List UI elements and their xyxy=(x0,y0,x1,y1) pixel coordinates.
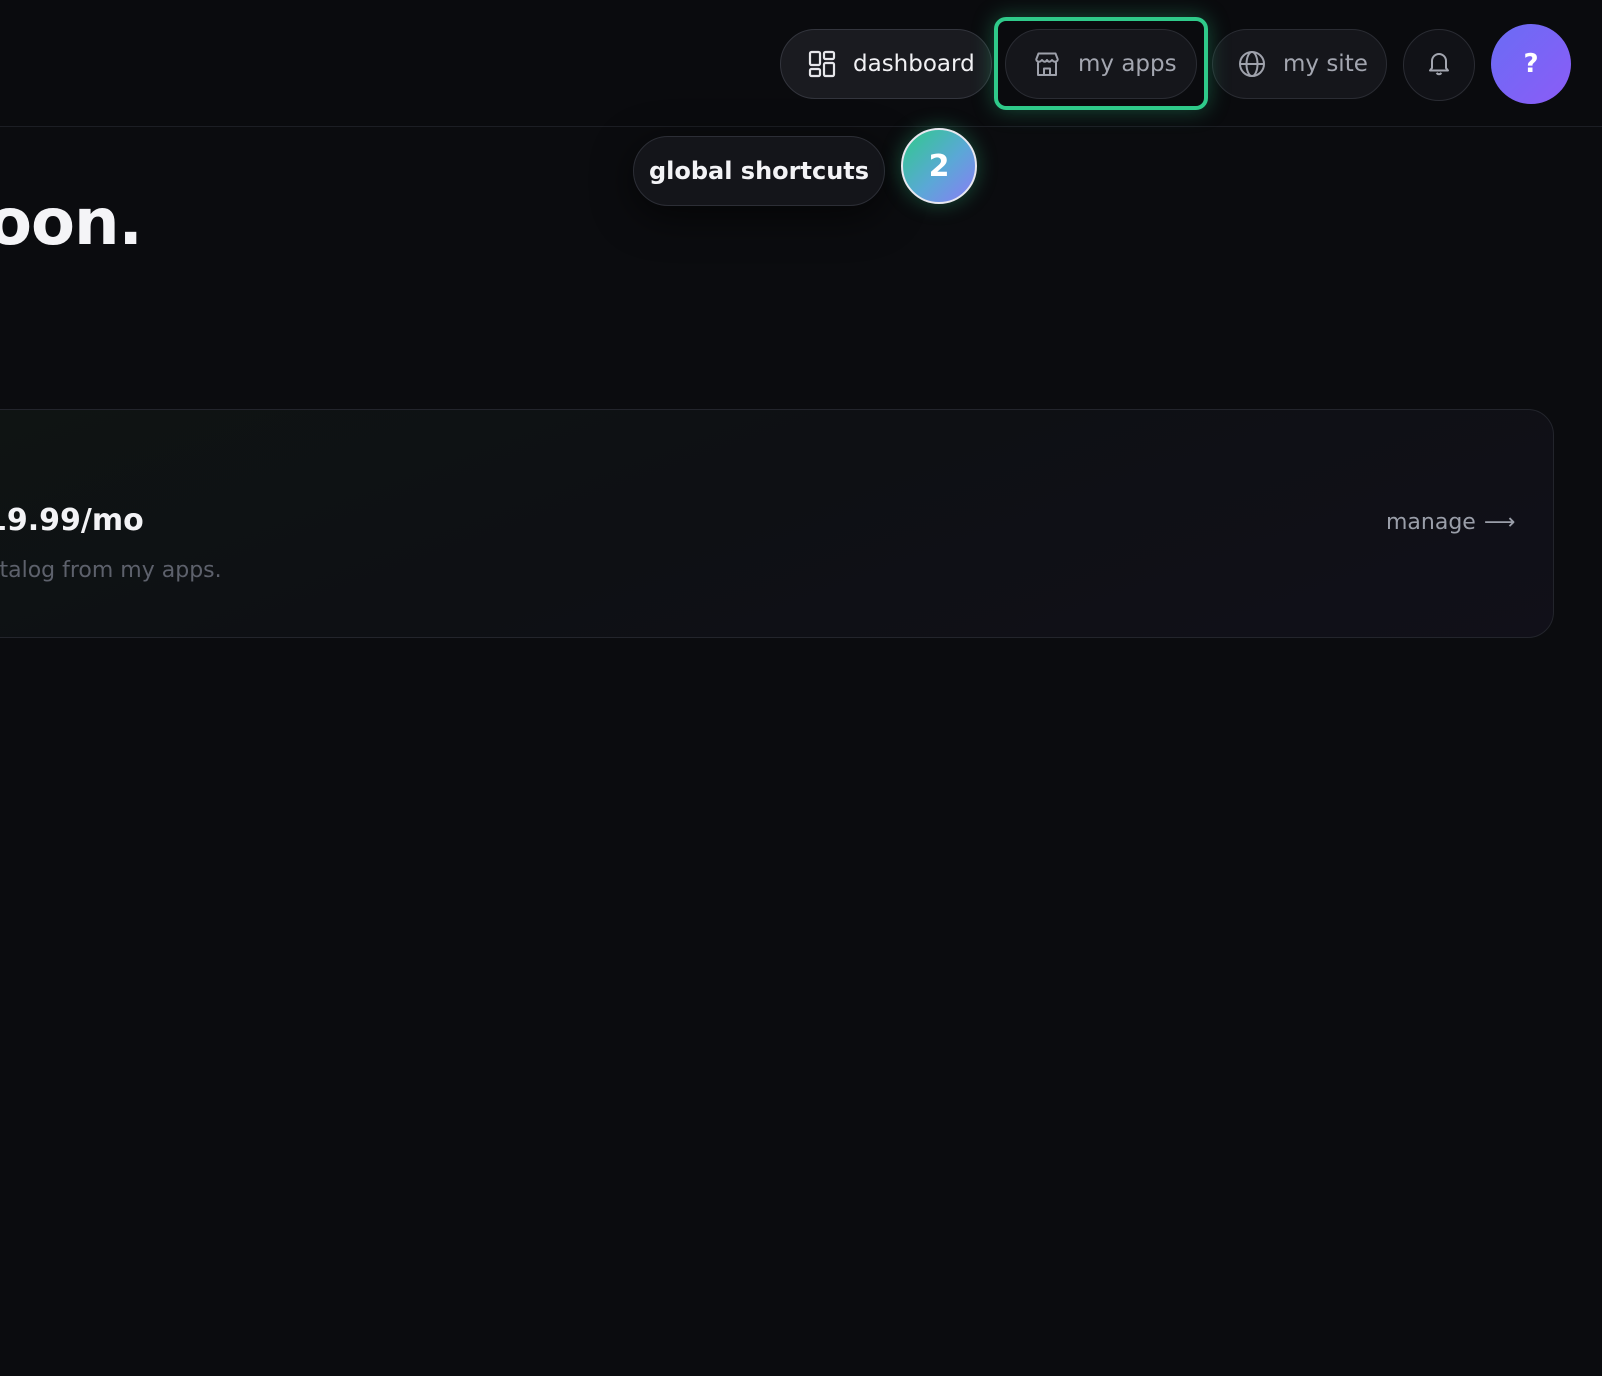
nav-dashboard-label: dashboard xyxy=(853,51,975,77)
tour-tooltip: global shortcuts xyxy=(633,136,885,206)
manage-plan-link[interactable]: manage ⟶ xyxy=(1386,510,1515,535)
tour-step-badge: 2 xyxy=(901,128,977,204)
app-page: dashboard my apps my site ? global short… xyxy=(0,0,1602,1376)
notifications-button[interactable] xyxy=(1403,29,1475,101)
nav-dashboard-button[interactable]: dashboard xyxy=(780,29,992,99)
store-icon xyxy=(1032,49,1062,79)
manage-label: manage xyxy=(1386,510,1476,535)
dashboard-grid-icon xyxy=(807,49,837,79)
arrow-right-icon: ⟶ xyxy=(1483,510,1516,535)
bell-icon xyxy=(1424,48,1454,82)
help-label: ? xyxy=(1523,49,1539,79)
nav-my-apps-button[interactable]: my apps xyxy=(1005,29,1197,99)
top-navigation-bar: dashboard my apps my site ? xyxy=(0,0,1602,127)
tour-step-number: 2 xyxy=(928,148,950,184)
globe-icon xyxy=(1237,49,1267,79)
nav-my-apps-label: my apps xyxy=(1078,51,1177,77)
nav-my-site-button[interactable]: my site xyxy=(1212,29,1387,99)
help-button[interactable]: ? xyxy=(1491,24,1571,104)
page-heading: oon. xyxy=(0,186,143,260)
plan-card xyxy=(0,409,1554,638)
plan-price: 19.99/mo xyxy=(0,503,144,538)
nav-my-site-label: my site xyxy=(1283,51,1368,77)
plan-description: atalog from my apps. xyxy=(0,558,222,583)
tour-tooltip-label: global shortcuts xyxy=(648,157,870,185)
